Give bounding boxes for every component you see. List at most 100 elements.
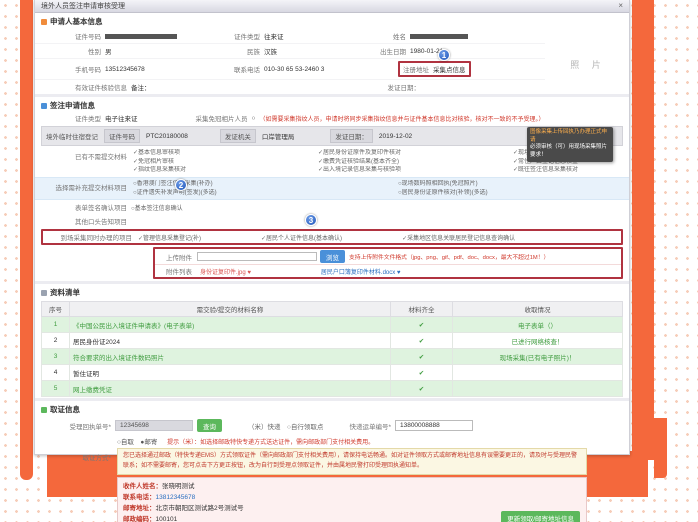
tooltip-line-1: 图像采集上传回执乃办理正式申请	[530, 129, 610, 144]
onsite-item[interactable]: ✓采集地区信息关联居民登记信息查询确认	[402, 233, 515, 242]
table-row[interactable]: 3 符合要求的出入境证件数码照片 ✔ 现场采集(已有电子照片)！	[42, 349, 623, 365]
update-address-button[interactable]: 更新领取/邮寄地址信息	[501, 511, 580, 522]
have-materials-label: 已有不需提交材料	[41, 149, 127, 161]
annotation-step-2: 2	[175, 179, 187, 191]
ethnic-label: 民族	[216, 46, 260, 56]
have-item[interactable]: ✓基本信息审核项	[133, 149, 318, 158]
window-titlebar: 境外人员签注申请审核受理 ×	[35, 0, 629, 13]
section-visa-header: 签注申请信息	[35, 94, 629, 113]
cell-note: 已进行网络核查！	[453, 333, 623, 349]
browse-button[interactable]: 浏览	[320, 250, 345, 263]
attachment-link-2[interactable]: 居民户口簿复印件材料.docx ♥	[321, 267, 401, 276]
fingerprint-note: （如需要采集指纹人员，申请时将同步采集指纹信息并与证件基本信息比对核验，核对不一…	[259, 114, 544, 123]
step2-highlight-box: 到场采集同时办理的项目 ✓管理信息采集登记(补) ✓居民个人证件信息(基本确认)…	[41, 229, 623, 245]
person-icon	[41, 19, 47, 25]
id-type-label: 证件类型	[216, 31, 260, 41]
delivery-mid-options[interactable]: （米）快递 ○自行领取点	[248, 421, 323, 431]
gender-label: 性别	[41, 46, 101, 56]
upload-label: 上传附件	[158, 252, 192, 262]
onsite-item[interactable]: ✓居民个人证件信息(基本确认)	[261, 233, 342, 242]
cell-note: 电子表单（）	[453, 317, 623, 333]
materials-table: 序号 需交验/提交的材料名称 材料齐全 收取情况 1 《中国公民出入境证件申请表…	[41, 301, 623, 397]
cell-no: 5	[42, 381, 70, 397]
name-label: 姓名	[376, 31, 406, 41]
registered-address-highlight-box: 注册地址 采集点信息	[398, 61, 471, 77]
tooltip-line-2: 必须审核（可）用现场采集照片要求！	[530, 144, 610, 159]
document-icon	[41, 103, 47, 109]
have-item[interactable]: ✓免冠相片审核	[133, 158, 318, 167]
query-button[interactable]: 查询	[197, 419, 222, 432]
name-redacted-value	[410, 34, 468, 39]
attachment-list-label: 附件列表	[158, 266, 192, 276]
doc-type-label: 证件类型	[41, 113, 101, 123]
choose-item[interactable]: ○香港澳门签注信息采集(补办)	[133, 180, 398, 189]
onsite-items-label: 到场采集同时办理的项目	[46, 232, 132, 242]
have-item[interactable]: ✓指纹信息采集核对	[133, 166, 318, 175]
pickup-method-radios[interactable]: ○自取 ●邮寄	[117, 439, 157, 446]
check-icon: ✔	[391, 317, 453, 333]
table-row[interactable]: 1 《中国公民出入境证件申请表》(电子表单) ✔ 电子表单（）	[42, 317, 623, 333]
recipient-name-value: 张晓明测试	[162, 483, 195, 490]
waybill-input[interactable]: 13800008888	[395, 420, 473, 431]
section-visa-title: 签注申请信息	[50, 100, 95, 111]
section-basic: 照 片 证件号码 证件类型往来证 姓名 性别男 民族汉族 出生日期1980-01…	[35, 29, 629, 94]
col-note: 收取情况	[453, 302, 623, 317]
cell-name: 《中国公民出入境证件申请表》(电子表单)	[70, 317, 391, 333]
cell-no: 3	[42, 349, 70, 365]
cell-no: 1	[42, 317, 70, 333]
close-icon[interactable]: ×	[618, 2, 623, 10]
cell-name: 符合要求的出入境证件数码照片	[70, 349, 391, 365]
pickup-icon	[41, 407, 47, 413]
cell-name: 网上缴费凭证	[70, 381, 391, 397]
choose-item[interactable]: ○居民身份证原件核对(补领)(多选)	[398, 189, 623, 198]
have-item[interactable]: ✓出入境记录信息采集与核验项	[318, 166, 513, 175]
attachment-link-1[interactable]: 身份证复印件.jpg ♥	[200, 267, 251, 276]
cell-note	[453, 365, 623, 381]
verbal-notify-label: 其他口头告知项目	[41, 216, 127, 226]
decor-frame-accent	[654, 418, 667, 478]
table-row[interactable]: 2 居民身份证2024 ✔ 已进行网络核查！	[42, 333, 623, 349]
mailing-notice: 您已选择通过邮政（特快专递EMS）方式领取证件（需向邮政部门支付相关费用），请保…	[117, 448, 587, 475]
materials-header-row: 序号 需交验/提交的材料名称 材料齐全 收取情况	[42, 302, 623, 317]
check-icon: ✔	[391, 333, 453, 349]
mail-address-value: 北京市朝阳区测试路2号测试号	[156, 505, 244, 512]
mailing-address-box: 收件人姓名：张晓明测试 联系电话：13812345678 邮寄地址：北京市朝阳区…	[117, 477, 587, 522]
id-number-redacted-value	[105, 34, 177, 39]
mobile-label: 手机号码	[41, 64, 101, 74]
id-type-value: 往来证	[264, 31, 284, 41]
pickup-method-note: 提示（米）：如选择邮政特快专递方式送达证件，需向邮政部门支付相关费用。	[167, 440, 374, 446]
cell-no: 2	[42, 333, 70, 349]
lodging-id-value: PTC20180008	[146, 133, 188, 140]
phone-value: 010-30 65 53-2460 3	[264, 66, 324, 73]
verify-remark-label: 备注：	[131, 82, 151, 92]
lodging-issuer-value: 口岸管理局	[262, 131, 295, 141]
section-pickup-header: 取证信息	[35, 398, 629, 417]
cell-note	[453, 381, 623, 397]
have-item[interactable]: ✓缴费凭证核验结果(基本齐全)	[318, 158, 513, 167]
upload-format-note: 支持上传附件文件格式（jpg、png、gif、pdf、doc、docx，最大不超…	[349, 252, 549, 261]
col-name: 需交验/提交的材料名称	[70, 302, 391, 317]
check-icon: ✔	[391, 349, 453, 365]
have-item[interactable]: ✓居民身份证原件及复印件核对	[318, 149, 513, 158]
section-basic-title: 申请人基本信息	[50, 16, 103, 27]
issue-date-label: 发证日期：	[376, 82, 420, 92]
choose-item[interactable]: ○现场数码照相回执(免冠照片)	[398, 180, 623, 189]
cell-note: 现场采集(已有电子照片)！	[453, 349, 623, 365]
lodging-issue-date-label: 发证日期：	[330, 129, 373, 143]
fingerprint-radio[interactable]: ○	[252, 115, 256, 122]
table-row[interactable]: 4 暂住证明 ✔	[42, 365, 623, 381]
have-item[interactable]: ✓既往签注信息采集核对	[513, 166, 623, 175]
photo-requirement-tooltip: 图像采集上传回执乃办理正式申请 必须审核（可）用现场采集照片要求！	[527, 127, 613, 162]
form-confirm-item[interactable]: ○基本签注信息确认	[131, 203, 183, 212]
section-pickup-title: 取证信息	[50, 404, 80, 415]
mail-address-label: 邮寄地址：	[123, 505, 156, 512]
choose-item[interactable]: ○证件遗失补发声明(签发)(多选)	[133, 189, 398, 198]
upload-file-input[interactable]	[197, 252, 317, 261]
registered-address-value: 采集点信息	[433, 64, 466, 74]
decor-frame-left	[20, 0, 33, 480]
receipt-number-input[interactable]: 12345698	[115, 420, 193, 431]
section-materials-title: 资料清单	[50, 287, 80, 298]
table-row[interactable]: 5 网上缴费凭证 ✔	[42, 381, 623, 397]
onsite-item[interactable]: ✓管理信息采集登记(补)	[138, 233, 201, 242]
lodging-issuer-label: 发证机关	[220, 129, 256, 143]
